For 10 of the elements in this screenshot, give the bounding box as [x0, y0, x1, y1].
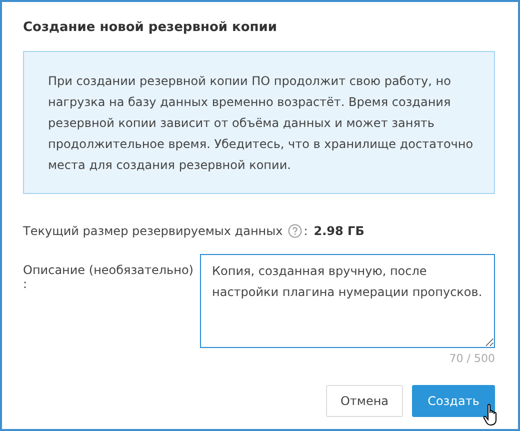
character-counter: 70 / 500: [448, 352, 495, 367]
description-label: Описание (необязательно) :: [23, 262, 194, 293]
cancel-button[interactable]: Отмена: [326, 385, 403, 417]
size-separator: :: [304, 224, 308, 238]
description-field[interactable]: Копия, созданная вручную, после настройки плагина нумерации пропусков.: [200, 254, 495, 348]
help-icon[interactable]: [288, 224, 302, 238]
dialog-title: Создание новой резервной копии: [23, 20, 278, 37]
notice-text: При создании резервной копии ПО продолжит свою работу, но нагрузка на базу данных временно возрастёт. Время создания резервной копии зависит от объёма данных и может занять продолжительное время. Убедитесь, что в хранилище достаточно места для создания резервной копии.: [48, 73, 474, 174]
size-value: 2.98 ГБ: [314, 224, 364, 238]
size-label: Текущий размер резервируемых данных: [23, 224, 283, 238]
